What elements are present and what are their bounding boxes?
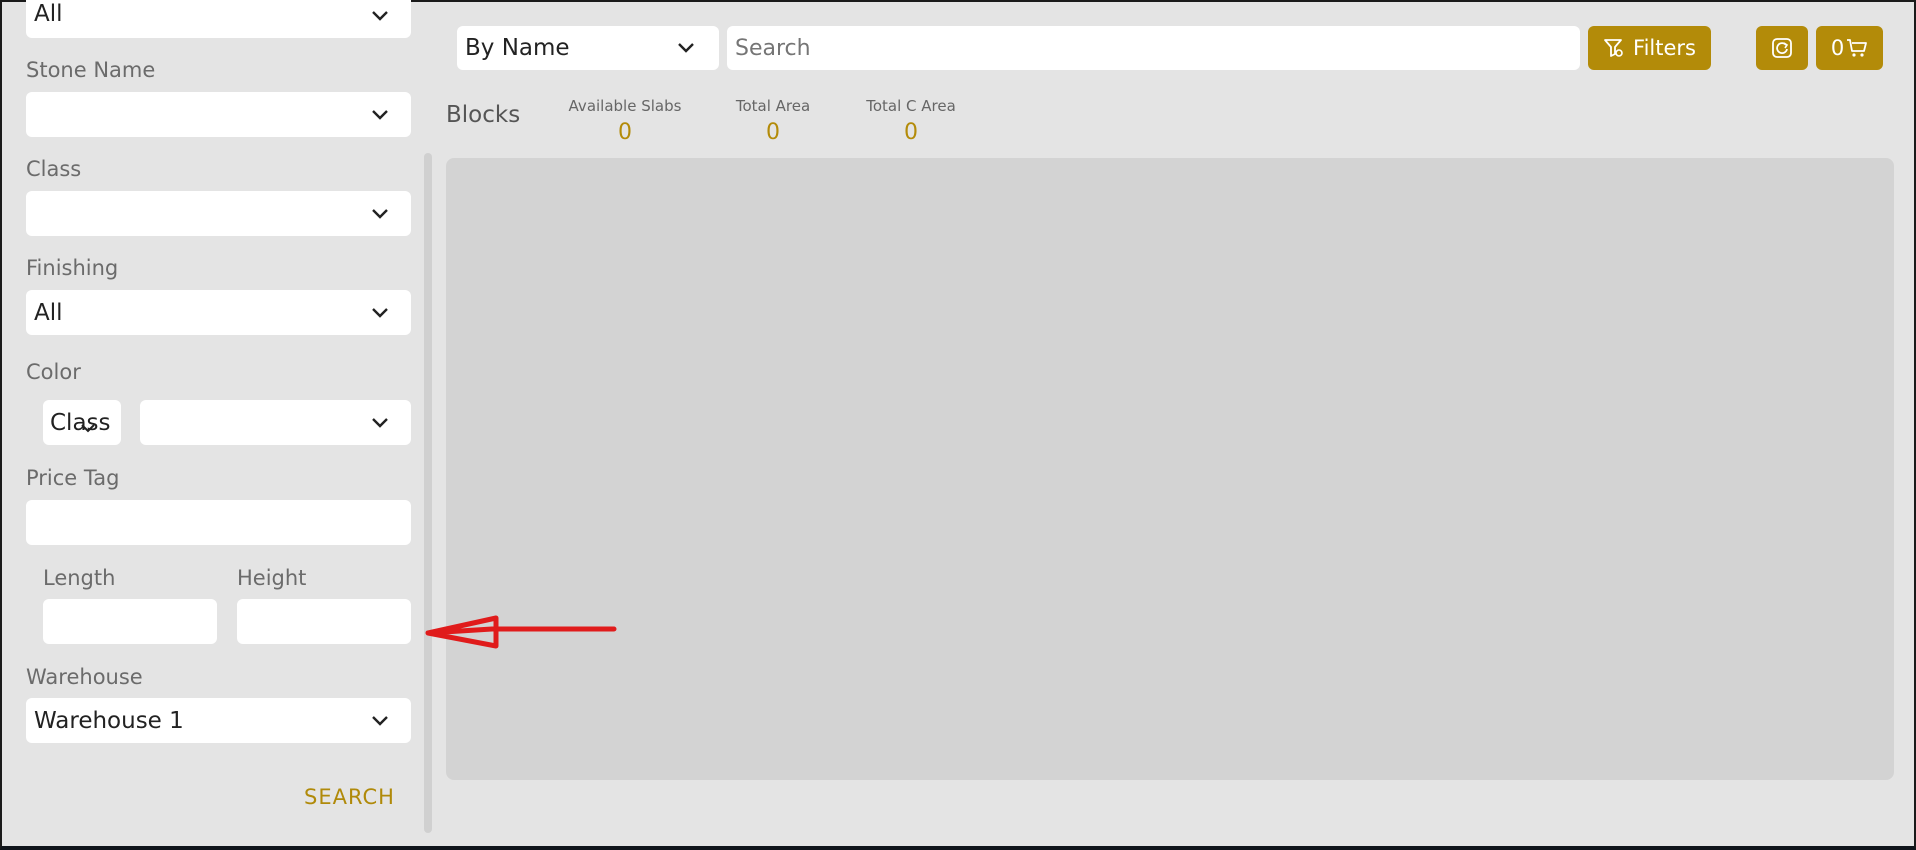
total-area-value: 0 [766,120,780,145]
price-tag-label: Price Tag [26,466,120,490]
annotation-arrow-icon [425,615,617,649]
sort-select[interactable]: By Name [457,26,719,70]
cart-count: 0 [1830,36,1845,60]
available-slabs-value: 0 [618,120,632,145]
warehouse-value: Warehouse 1 [34,707,184,734]
filters-button[interactable]: Filters [1588,26,1711,70]
height-input[interactable] [237,599,411,644]
total-c-area-label: Total C Area [866,97,956,115]
class-label: Class [26,157,82,181]
refresh-button[interactable] [1756,26,1808,70]
color-class-select[interactable]: Class [43,400,121,445]
blocks-title: Blocks [446,102,521,128]
chevron-down-icon [371,10,389,22]
chevron-down-icon [371,208,389,220]
total-area-label: Total Area [735,97,811,115]
stone-name-label: Stone Name [26,58,156,82]
chevron-down-icon [371,715,389,727]
results-panel [446,158,1894,780]
search-button[interactable]: SEARCH [304,785,395,809]
warehouse-label: Warehouse [26,665,143,689]
chevron-down-icon [371,109,389,121]
available-slabs-label: Available Slabs [568,97,682,115]
total-c-area-value: 0 [904,120,918,145]
filter-icon [1603,37,1625,59]
stone-name-select[interactable] [26,92,411,137]
chevron-down-icon [371,307,389,319]
color-label: Color [26,360,81,384]
finishing-select[interactable]: All [26,290,411,335]
category-select[interactable]: All [26,0,411,38]
color-select[interactable] [140,400,411,445]
length-input[interactable] [43,599,217,644]
height-label: Height [237,566,307,590]
category-select-value: All [34,1,63,27]
finishing-value: All [34,299,63,326]
search-input[interactable] [727,26,1580,70]
sidebar-scrollbar[interactable] [424,153,432,833]
length-label: Length [43,566,116,590]
finishing-label: Finishing [26,256,119,280]
sort-value: By Name [465,35,570,61]
class-select[interactable] [26,191,411,236]
filters-label: Filters [1633,36,1696,60]
chevron-down-icon [371,417,389,429]
chevron-down-icon [677,42,695,54]
warehouse-select[interactable]: Warehouse 1 [26,698,411,743]
price-tag-input[interactable] [26,500,411,545]
refresh-icon [1771,37,1793,59]
cart-button[interactable]: 0 [1816,26,1883,70]
cart-icon [1846,37,1868,59]
chevron-down-icon [81,418,95,437]
